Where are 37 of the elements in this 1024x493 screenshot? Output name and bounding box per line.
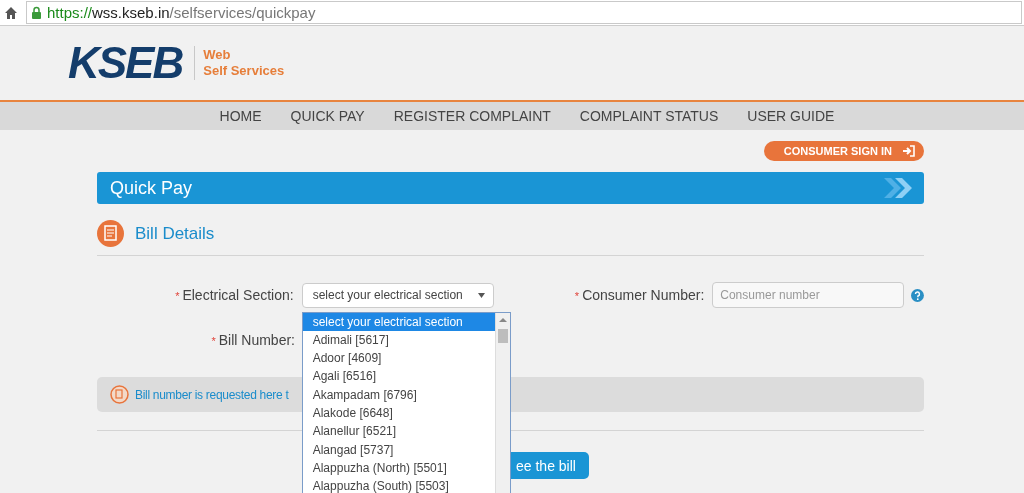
- page-title: Quick Pay: [110, 177, 193, 199]
- dropdown-option[interactable]: Alappuzha (North) [5501]: [302, 458, 495, 478]
- lock-icon: [31, 6, 42, 19]
- field-label: * Electrical Section:: [174, 287, 295, 303]
- document-icon: [97, 220, 124, 247]
- dropdown-option[interactable]: Alappuzha (South) [5503]: [302, 477, 495, 493]
- home-icon[interactable]: [4, 5, 18, 20]
- info-text: Bill number is requested here t: [135, 387, 289, 402]
- dropdown-option[interactable]: Adoor [4609]: [302, 349, 495, 368]
- field-label: * Consumer Number:: [573, 287, 706, 303]
- dropdown-option[interactable]: select your electrical section: [302, 312, 495, 331]
- help-icon[interactable]: [911, 288, 924, 302]
- section-dropdown[interactable]: select your electrical section: [301, 282, 494, 308]
- site-tagline: Web Self Services: [203, 47, 285, 79]
- sign-in-icon: [902, 145, 915, 157]
- dropdown-option[interactable]: Adimali [5617]: [302, 330, 495, 350]
- dropdown-option[interactable]: Akampadam [6796]: [302, 385, 495, 404]
- field-label: * Bill Number:: [210, 332, 296, 348]
- nav-link[interactable]: QUICK PAY: [290, 108, 365, 124]
- scroll-thumb[interactable]: [497, 328, 508, 343]
- address-bar[interactable]: https://wss.kseb.in/selfservices/quickpay: [26, 1, 1022, 24]
- nav-link[interactable]: USER GUIDE: [747, 108, 835, 124]
- info-icon: [110, 385, 129, 404]
- consumer-number-field[interactable]: Consumer number: [712, 282, 905, 308]
- scroll-up-icon[interactable]: [498, 316, 507, 323]
- nav-link[interactable]: REGISTER COMPLAINT: [393, 108, 551, 124]
- dropdown-option[interactable]: Alakode [6648]: [302, 404, 495, 423]
- scrollbar[interactable]: [494, 312, 510, 493]
- section-title: Bill Details: [135, 223, 215, 244]
- logo: KSEB: [68, 38, 183, 88]
- nav-link[interactable]: HOME: [219, 108, 262, 124]
- nav-link[interactable]: COMPLAINT STATUS: [579, 108, 719, 124]
- dropdown-option[interactable]: Alangad [5737]: [302, 440, 495, 459]
- dropdown-option[interactable]: Agali [6516]: [302, 367, 495, 386]
- chevrons-icon: [882, 177, 914, 199]
- caret-icon: [477, 292, 485, 298]
- dropdown-option[interactable]: Alanellur [6521]: [302, 422, 495, 441]
